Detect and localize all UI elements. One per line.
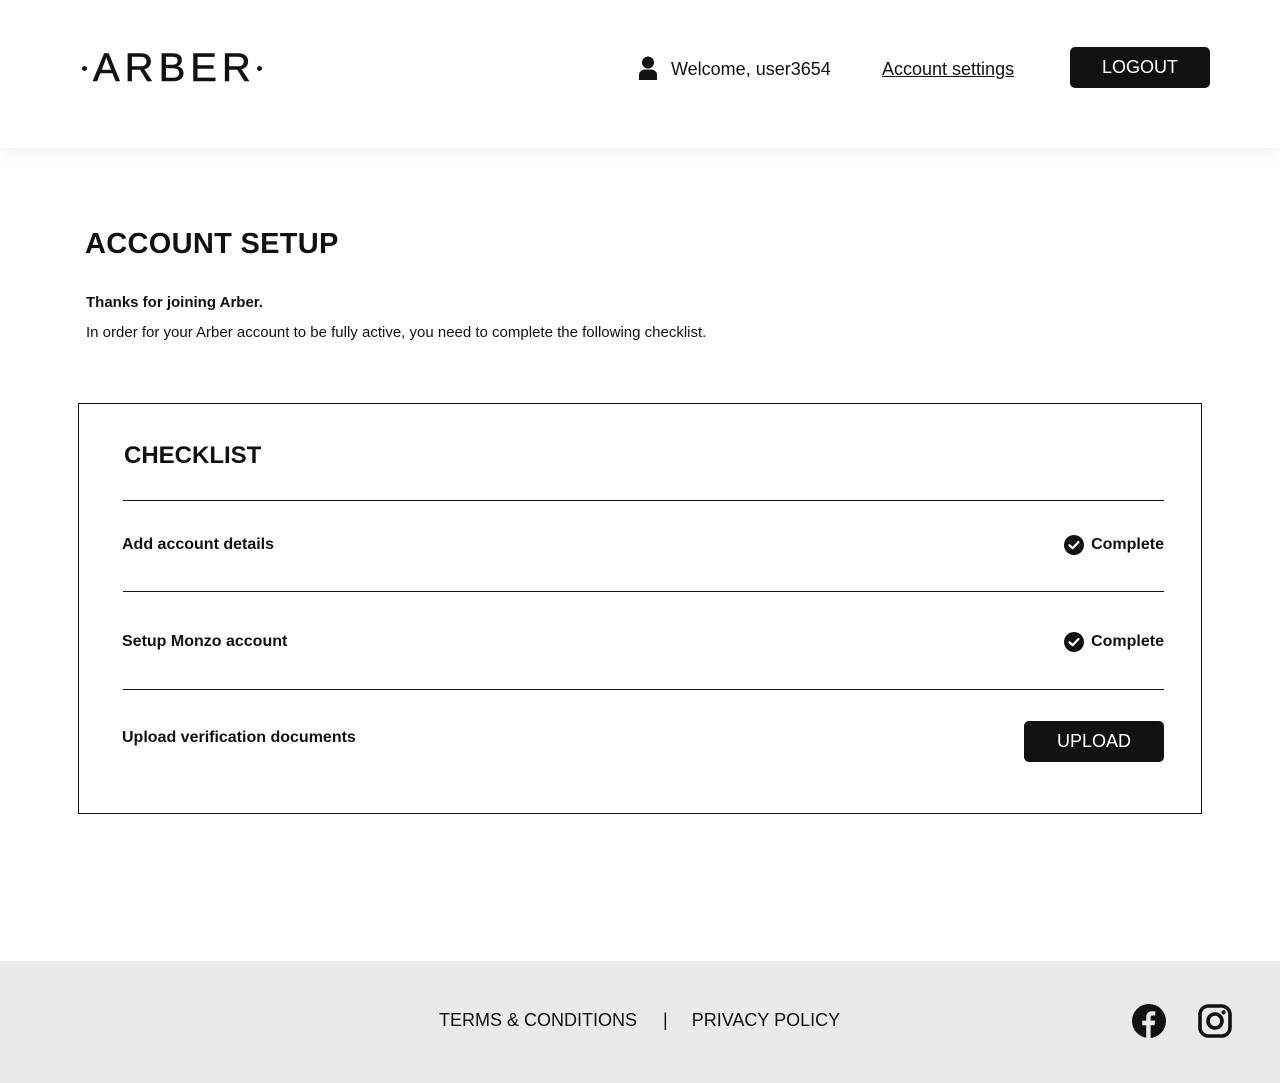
header: ARBER Welcome, user3654 Account settings… [0, 0, 1280, 148]
privacy-policy-link[interactable]: PRIVACY POLICY [692, 1009, 840, 1031]
checklist-item-status: Complete [1064, 632, 1164, 652]
instagram-icon[interactable] [1198, 1004, 1232, 1038]
divider [123, 500, 1164, 501]
divider [123, 591, 1164, 592]
page-title: ACCOUNT SETUP [85, 228, 339, 260]
status-text: Complete [1091, 536, 1164, 553]
logout-button[interactable]: LOGOUT [1070, 47, 1210, 88]
logo-dot-left [82, 65, 87, 71]
status-text: Complete [1091, 633, 1164, 650]
footer: TERMS & CONDITIONS | PRIVACY POLICY [0, 961, 1280, 1083]
check-circle-icon [1064, 535, 1085, 555]
upload-button[interactable]: UPLOAD [1024, 721, 1164, 762]
welcome-text: Welcome, user3654 [671, 59, 831, 79]
logo-dot-right [256, 65, 262, 71]
checklist-item-label: Add account details [122, 536, 275, 553]
checklist-title: CHECKLIST [124, 442, 262, 469]
facebook-icon[interactable] [1132, 1004, 1166, 1038]
checklist-item-status: Complete [1064, 535, 1164, 555]
checklist-item-label: Upload verification documents [122, 729, 356, 746]
logo-text: ARBER [93, 45, 256, 90]
account-settings-link[interactable]: Account settings [882, 58, 1014, 80]
user-icon [639, 56, 657, 80]
terms-link[interactable]: TERMS & CONDITIONS [439, 1009, 637, 1031]
divider [123, 689, 1164, 690]
intro-heading: Thanks for joining Arber. [86, 294, 263, 311]
checklist-panel: CHECKLIST Add account details Complete S… [78, 403, 1202, 814]
footer-links: TERMS & CONDITIONS | PRIVACY POLICY [439, 1009, 840, 1031]
check-circle-icon [1064, 632, 1085, 652]
checklist-item-label: Setup Monzo account [122, 633, 288, 650]
footer-separator: | [663, 1010, 668, 1030]
arber-logo[interactable]: ARBER [82, 44, 262, 92]
intro-text: In order for your Arber account to be fu… [86, 324, 707, 341]
